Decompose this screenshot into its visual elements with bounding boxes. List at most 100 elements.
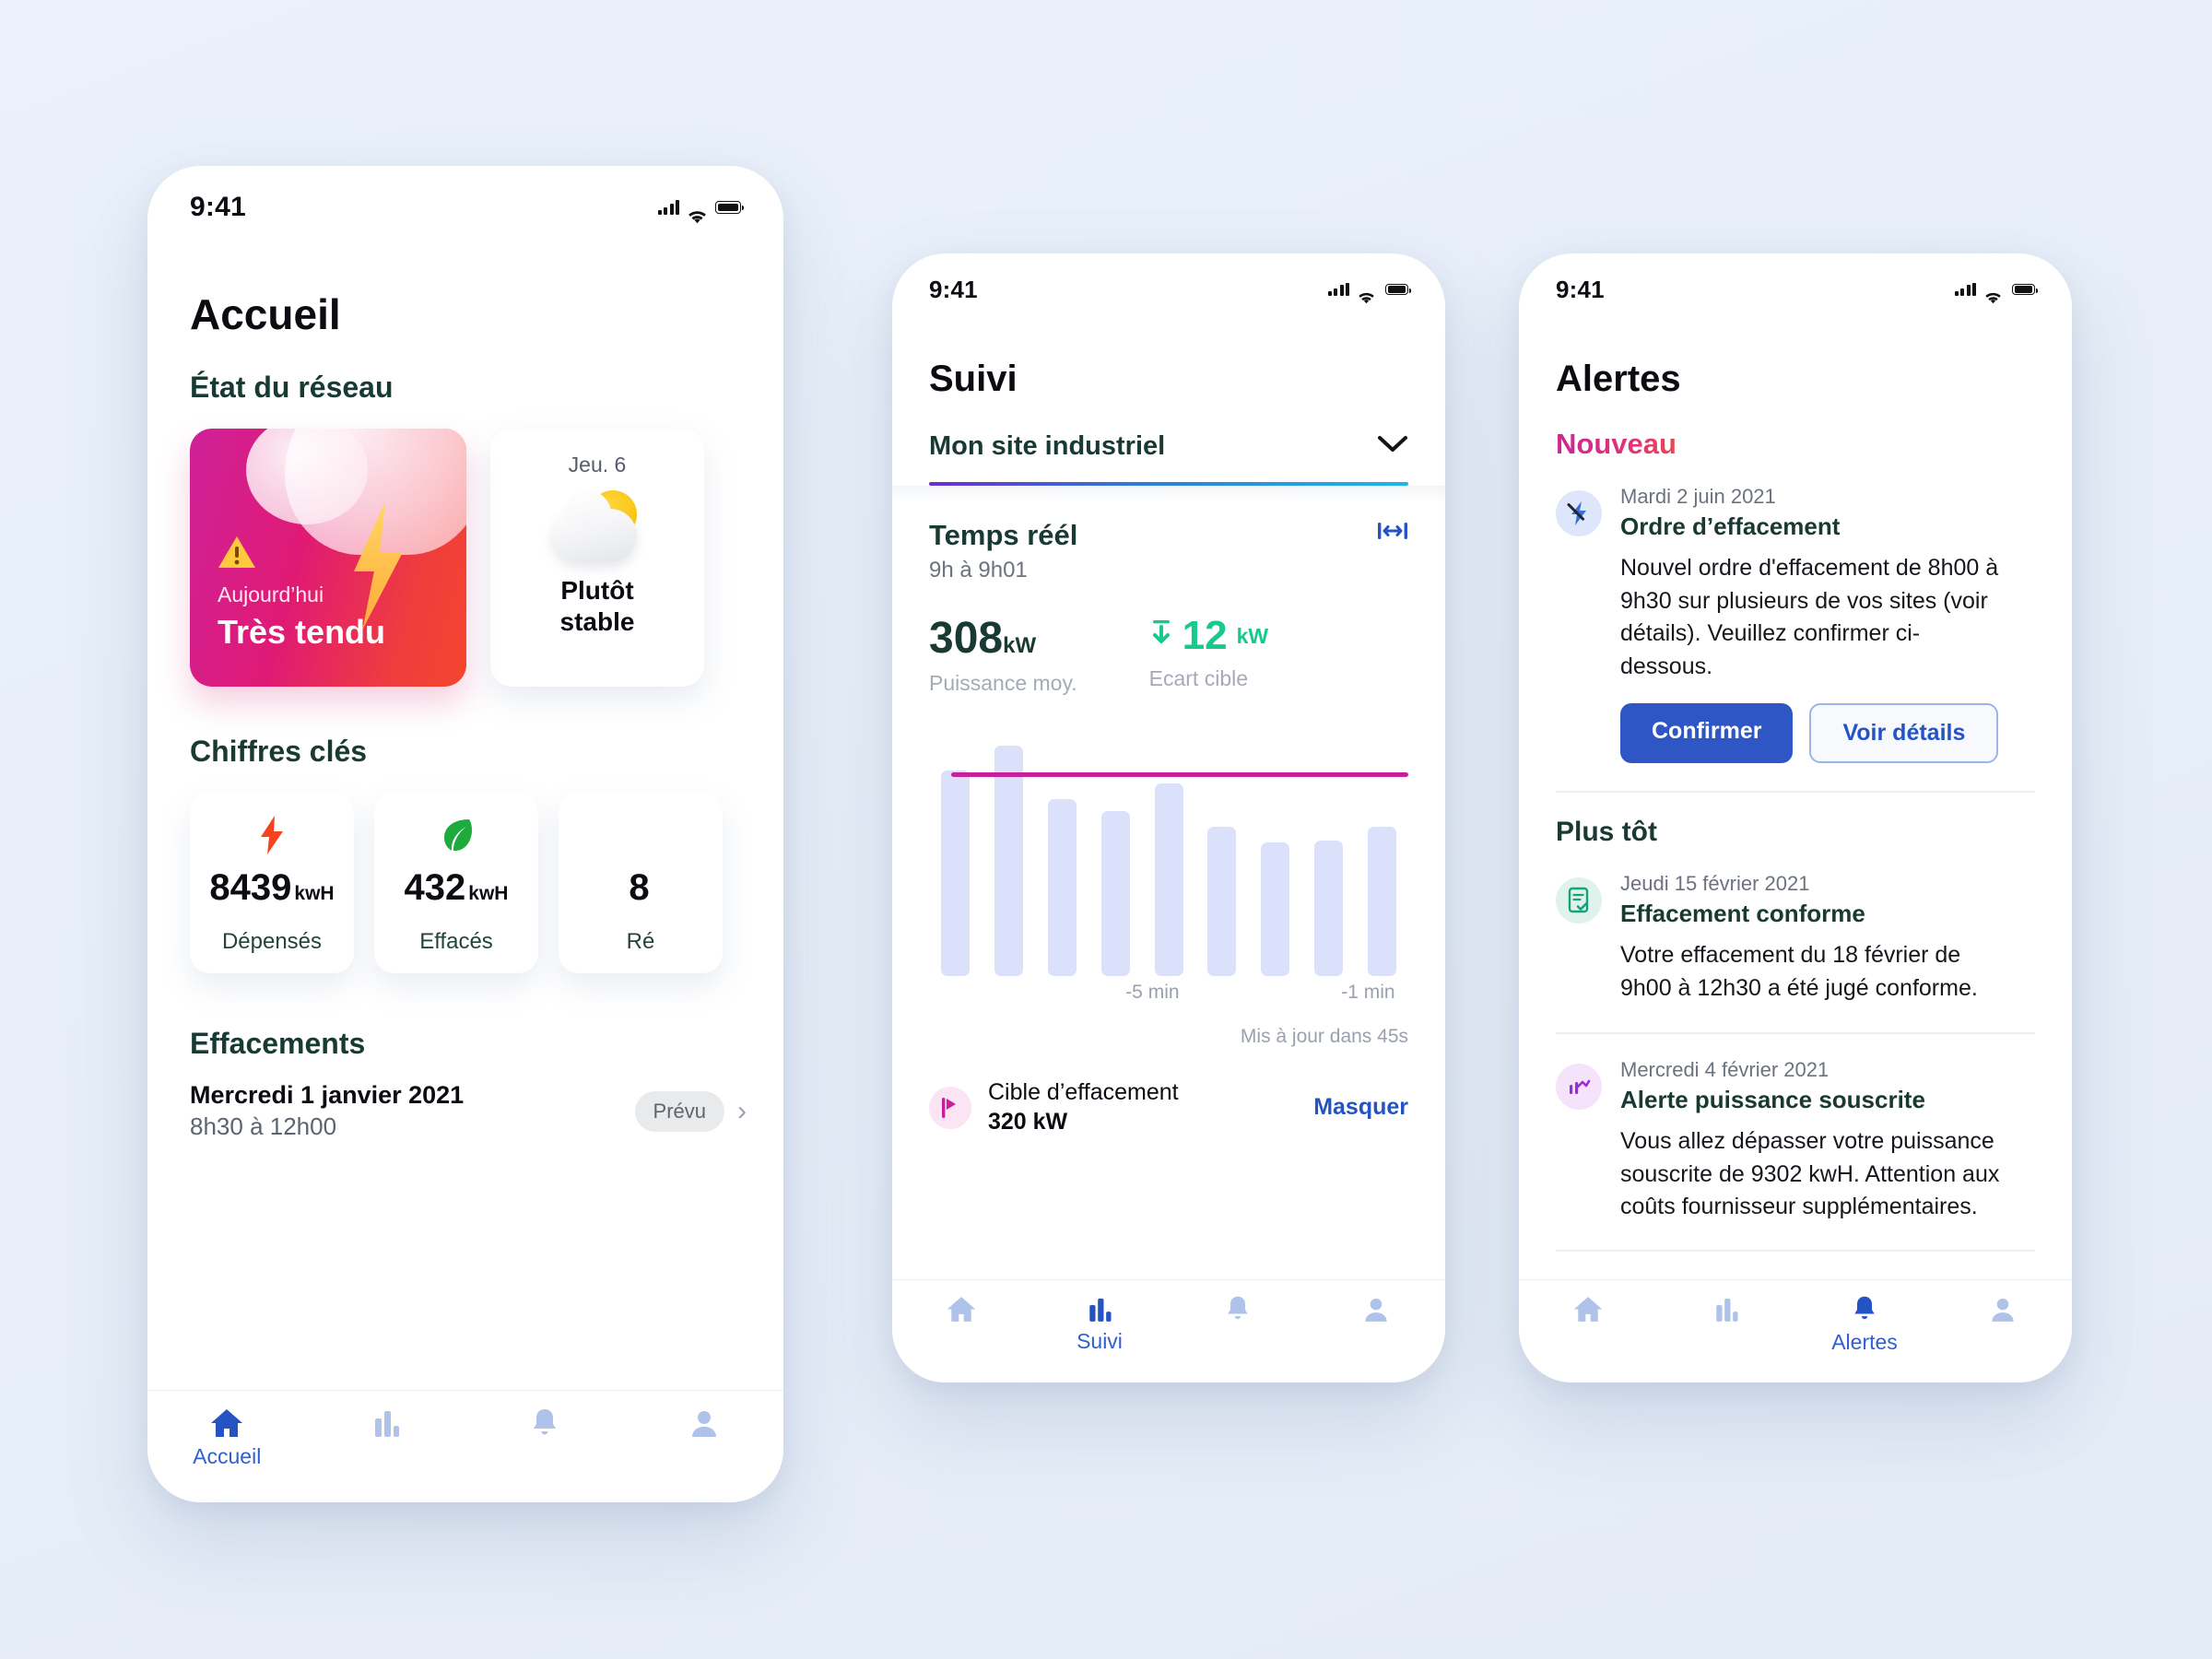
status-time: 9:41 xyxy=(190,192,246,222)
flag-icon xyxy=(929,1086,971,1129)
tab-suivi[interactable] xyxy=(1657,1295,1795,1329)
hide-legend-button[interactable]: Masquer xyxy=(1313,1094,1408,1121)
wifi-icon xyxy=(1358,282,1377,304)
chart-alert-icon xyxy=(1556,1064,1602,1110)
bottom-tab-bar: Alertes xyxy=(1519,1279,2072,1382)
kpi-card-effaces[interactable]: 432 kwH Effacés xyxy=(374,793,538,973)
alert-item-new[interactable]: Mardi 2 juin 2021 Ordre d’effacement Nou… xyxy=(1519,485,2072,763)
legend-value: 320 kW xyxy=(988,1109,1068,1135)
view-details-button[interactable]: Voir détails xyxy=(1809,703,1999,763)
status-indicators xyxy=(657,200,744,224)
forecast-card[interactable]: Jeu. 6 Plutôt stable xyxy=(490,429,704,687)
alert-title: Alerte puissance souscrite xyxy=(1620,1086,1925,1113)
tab-label: Accueil xyxy=(193,1444,262,1468)
kpi-row[interactable]: 8439 kwH Dépensés 432 kwH Effacés 8 Ré xyxy=(147,769,783,973)
chart-bar xyxy=(1142,727,1195,976)
tab-label: Alertes xyxy=(1831,1330,1898,1354)
tab-accueil[interactable] xyxy=(1519,1295,1657,1329)
alert-body: Mardi 2 juin 2021 Ordre d’effacement Nou… xyxy=(1620,485,2007,763)
kpi-label: Dépensés xyxy=(221,928,323,954)
realtime-range: 9h à 9h01 xyxy=(929,558,1028,582)
legend-entry: Cible d’effacement 320 kW xyxy=(929,1079,1179,1135)
network-state-row: Aujourd’hui Très tendu Jeu. 6 Plutôt sta… xyxy=(147,405,783,687)
metric-label: Ecart cible xyxy=(1148,666,1249,690)
tab-alertes[interactable] xyxy=(465,1407,625,1446)
realtime-header: Temps réél 9h à 9h01 xyxy=(892,508,1445,583)
realtime-title-group: Temps réél 9h à 9h01 xyxy=(929,519,1077,583)
alert-text: Nouvel ordre d'effacement de 8h00 à 9h30… xyxy=(1620,555,1999,679)
battery-icon xyxy=(715,201,744,214)
kpi-value: 8 xyxy=(629,866,650,908)
chart-bar xyxy=(1195,727,1249,976)
chevron-right-icon[interactable]: › xyxy=(737,1097,747,1125)
bolt-icon xyxy=(258,815,286,854)
page-title: Suivi xyxy=(929,359,1018,399)
chart-bar xyxy=(982,727,1036,976)
tab-accueil[interactable]: Accueil xyxy=(147,1407,307,1469)
tab-profil[interactable] xyxy=(1934,1295,2072,1329)
site-name: Mon site industriel xyxy=(929,431,1166,461)
tab-suivi[interactable] xyxy=(307,1407,466,1444)
chart-updated-text: Mis à jour dans 45s xyxy=(1240,1026,1408,1047)
chart-bar xyxy=(929,727,982,976)
chart-bar-fill xyxy=(1367,827,1396,976)
page-title: Accueil xyxy=(190,290,341,338)
document-check-icon xyxy=(1556,877,1602,924)
alert-title: Effacement conforme xyxy=(1620,900,1865,927)
effacements-heading: Effacements xyxy=(190,1027,366,1060)
effacement-status-group: Prévu › xyxy=(634,1090,747,1132)
effacement-date: Mercredi 1 janvier 2021 xyxy=(190,1081,465,1109)
kpi-card-partial[interactable]: 8 Ré xyxy=(559,793,723,973)
kpi-heading: Chiffres clés xyxy=(190,735,368,768)
tab-alertes[interactable] xyxy=(1169,1295,1307,1330)
effacement-list-item[interactable]: Mercredi 1 janvier 2021 8h30 à 12h00 Pré… xyxy=(147,1081,783,1141)
bottom-tab-bar: Suivi xyxy=(892,1279,1445,1382)
chart-axis-labels: -5 min -1 min xyxy=(929,982,1408,1013)
tab-accueil[interactable] xyxy=(892,1295,1030,1329)
confirm-button[interactable]: Confirmer xyxy=(1620,703,1794,763)
sun-cloud-icon xyxy=(547,488,648,566)
chart-bar-fill xyxy=(1100,811,1130,976)
site-selector[interactable]: Mon site industriel xyxy=(892,431,1445,462)
battery-icon xyxy=(2012,283,2038,296)
arrow-down-icon xyxy=(1149,619,1173,653)
tab-profil[interactable] xyxy=(625,1407,784,1444)
earlier-section-heading: Plus tôt xyxy=(1556,817,1657,847)
kpi-card-depenses[interactable]: 8439 kwH Dépensés xyxy=(190,793,354,973)
chart-bar-fill xyxy=(1261,841,1290,976)
chart-bar-fill xyxy=(1207,827,1237,976)
bottom-tab-bar: Accueil xyxy=(147,1390,783,1502)
tab-alertes[interactable]: Alertes xyxy=(1795,1295,1934,1355)
alert-title: Ordre d’effacement xyxy=(1620,512,1841,540)
chevron-down-icon[interactable] xyxy=(1377,435,1408,458)
tab-suivi[interactable]: Suivi xyxy=(1030,1295,1169,1354)
alert-item-earlier[interactable]: Mercredi 4 février 2021 Alerte puissance… xyxy=(1519,1058,2072,1224)
metric-label: Puissance moy. xyxy=(929,671,1077,695)
network-state-heading: État du réseau xyxy=(190,371,394,404)
tab-profil[interactable] xyxy=(1307,1295,1445,1329)
chart-bar xyxy=(1249,727,1302,976)
tab-label: Suivi xyxy=(1077,1329,1123,1353)
metric-gap: 12 kW Ecart cible xyxy=(1149,613,1268,696)
status-badge: Prévu xyxy=(634,1090,724,1132)
chart-bar-fill xyxy=(1154,782,1183,976)
metric-power: 308kW Puissance moy. xyxy=(929,613,1077,696)
network-today-value: Très tendu xyxy=(218,613,386,651)
chart-bar xyxy=(1301,727,1355,976)
chart-bar-fill xyxy=(941,771,971,976)
alert-item-earlier[interactable]: Jeudi 15 février 2021 Effacement conform… xyxy=(1519,872,2072,1005)
expand-horizontal-icon[interactable] xyxy=(1377,519,1408,550)
divider xyxy=(1556,1032,2035,1034)
divider xyxy=(1556,791,2035,793)
status-time: 9:41 xyxy=(1556,275,1605,303)
effacement-info: Mercredi 1 janvier 2021 8h30 à 12h00 xyxy=(190,1081,464,1141)
phone-home-screen: 9:41 Accueil État du réseau Aujourd’hui … xyxy=(147,166,783,1502)
forecast-day: Jeu. 6 xyxy=(568,453,627,477)
chart-target-line xyxy=(951,772,1408,777)
effacement-time: 8h30 à 12h00 xyxy=(190,1112,337,1140)
alert-body: Jeudi 15 février 2021 Effacement conform… xyxy=(1620,872,2007,1005)
network-today-card[interactable]: Aujourd’hui Très tendu xyxy=(190,429,466,687)
alert-actions: Confirmer Voir détails xyxy=(1620,703,2007,763)
phone-alertes-screen: 9:41 Alertes Nouveau Mardi 2 juin 2021 O… xyxy=(1519,253,2072,1382)
chart-bars xyxy=(929,727,1408,976)
